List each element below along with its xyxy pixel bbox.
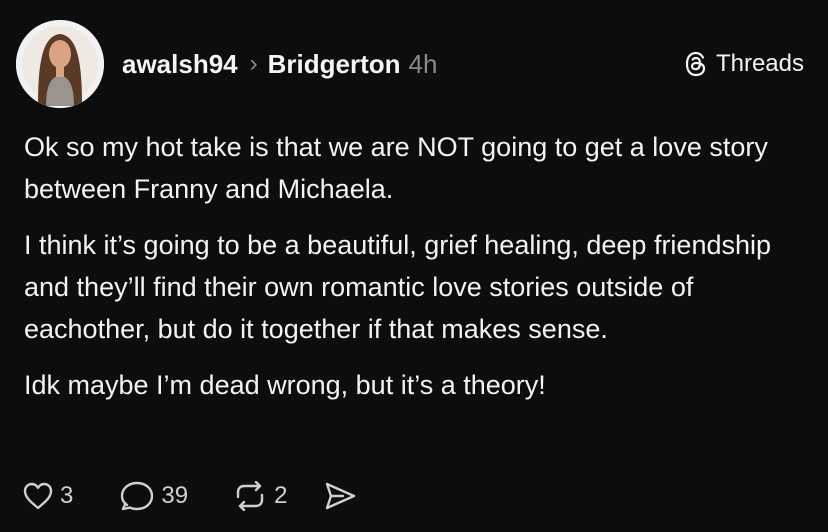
post-paragraph: Ok so my hot take is that we are NOT goi… (24, 132, 768, 204)
action-bar: 3 39 2 (22, 476, 357, 516)
brand-label: Threads (715, 50, 804, 77)
avatar-photo (16, 20, 104, 108)
repost-icon (236, 481, 264, 511)
share-button[interactable] (323, 481, 357, 511)
speech-bubble-icon (121, 481, 154, 511)
reply-button[interactable]: 39 (119, 480, 188, 512)
like-button[interactable]: 3 (22, 481, 73, 511)
chevron-right-icon: › (249, 50, 258, 77)
community-link[interactable]: Bridgerton (268, 49, 401, 80)
reply-count: 39 (161, 482, 189, 509)
repost-count: 2 (274, 482, 288, 509)
post-header: awalsh94 › Bridgerton 4h (122, 44, 437, 84)
username-link[interactable]: awalsh94 (122, 49, 238, 80)
post-timestamp: 4h (408, 48, 438, 79)
heart-icon (23, 482, 53, 510)
send-icon (326, 482, 356, 510)
threads-logo-icon (685, 51, 706, 77)
post-paragraph: I think it’s going to be a beautiful, gr… (24, 230, 772, 344)
post-body: Ok so my hot take is that we are NOT goi… (24, 126, 814, 420)
threads-brand[interactable]: Threads (684, 46, 804, 82)
post-paragraph: Idk maybe I’m dead wrong, but it’s a the… (24, 370, 546, 400)
avatar[interactable] (16, 20, 104, 108)
like-count: 3 (60, 482, 74, 509)
repost-button[interactable]: 2 (232, 481, 287, 511)
